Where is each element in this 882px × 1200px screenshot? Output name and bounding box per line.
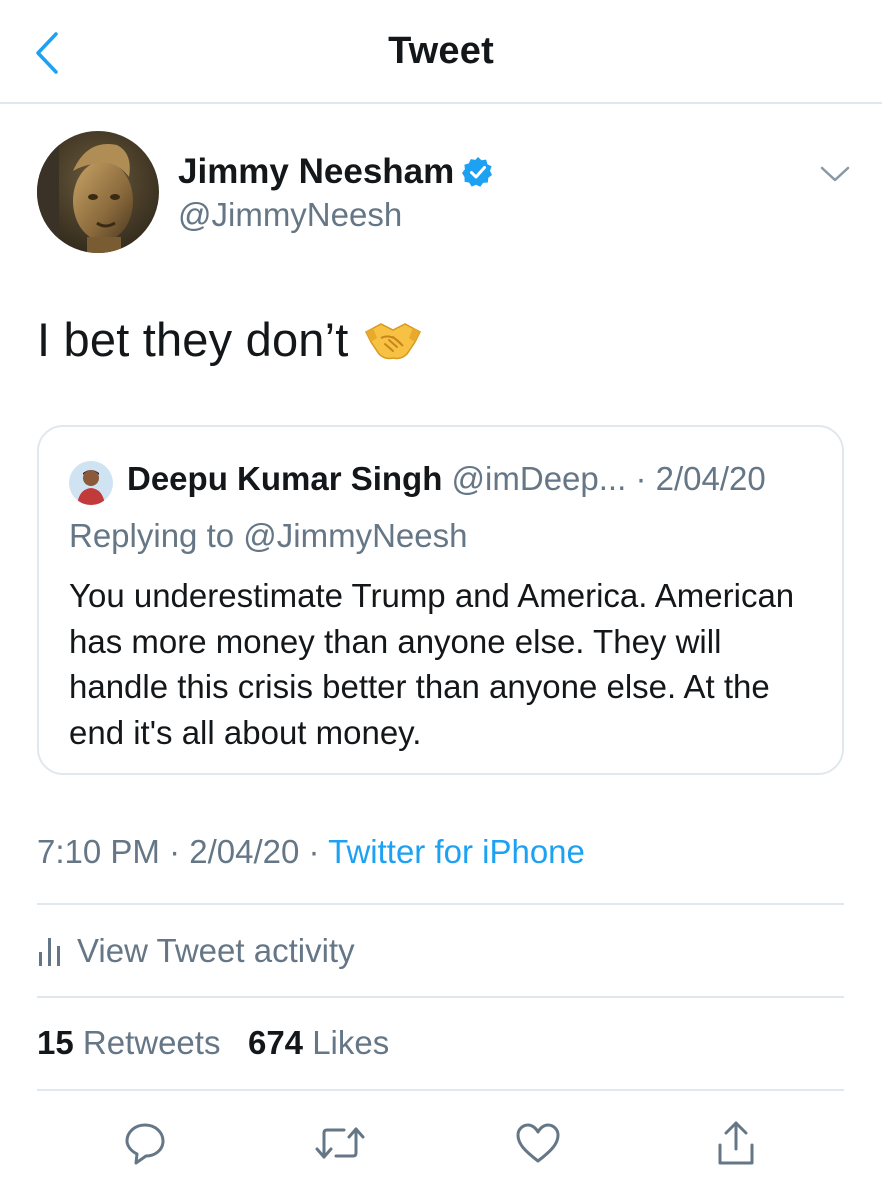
quoted-tweet-text: You underestimate Trump and America. Ame… — [69, 577, 795, 751]
author-avatar[interactable] — [37, 131, 159, 253]
quoted-author-name: Deepu Kumar Singh — [127, 460, 443, 497]
meta-separator-1: · — [169, 833, 181, 870]
tweet-source-link[interactable]: Twitter for iPhone — [328, 833, 585, 870]
reply-button[interactable] — [117, 1115, 173, 1171]
author-handle[interactable]: @JimmyNeesh — [178, 196, 402, 234]
retweets-label: Retweets — [82, 1024, 221, 1061]
share-button[interactable] — [708, 1115, 764, 1171]
chevron-down-icon — [820, 166, 850, 182]
tweet-options-button[interactable] — [815, 158, 855, 190]
view-tweet-activity-label: View Tweet activity — [77, 932, 355, 969]
tweet-time: 7:10 PM — [37, 833, 160, 870]
bar-chart-icon — [39, 938, 60, 966]
tweet-date: 2/04/20 — [189, 833, 300, 870]
tweet-text-content: I bet they don’t — [37, 313, 349, 366]
divider — [37, 996, 844, 998]
quoted-tweet-card[interactable]: Deepu Kumar Singh @imDeep... · 2/04/20 R… — [37, 425, 844, 775]
quoted-author-handle: @imDeep... — [451, 460, 627, 497]
verified-badge-icon — [462, 157, 493, 187]
quoted-author-avatar[interactable] — [69, 461, 113, 505]
handshake-emoji-icon — [364, 322, 421, 359]
share-icon — [718, 1121, 754, 1165]
quoted-replying-to: Replying to @JimmyNeesh — [69, 517, 468, 554]
likes-count: 674 — [247, 1024, 304, 1061]
quoted-date: 2/04/20 — [655, 460, 766, 497]
quoted-separator: · — [635, 460, 647, 497]
top-nav-bar: Tweet — [0, 0, 882, 104]
quoted-tweet-header: Deepu Kumar Singh @imDeep... · 2/04/20 — [127, 460, 766, 498]
likes-stat[interactable]: 674 Likes — [248, 1024, 389, 1061]
retweets-stat[interactable]: 15 Retweets — [37, 1024, 220, 1061]
divider — [37, 903, 844, 905]
likes-label: Likes — [312, 1024, 390, 1061]
author-name-text: Jimmy Neesham — [178, 152, 455, 191]
author-name[interactable]: Jimmy Neesham — [178, 152, 494, 192]
heart-icon — [516, 1123, 560, 1163]
tweet-timestamp-line: 7:10 PM · 2/04/20 · Twitter for iPhone — [37, 833, 585, 871]
retweet-icon — [315, 1127, 365, 1159]
retweet-button[interactable] — [312, 1115, 368, 1171]
page-title: Tweet — [388, 30, 494, 72]
retweets-count: 15 — [37, 1024, 74, 1061]
like-button[interactable] — [510, 1115, 566, 1171]
tweet-text: I bet they don’t — [37, 312, 423, 367]
divider — [37, 1089, 844, 1091]
tweet-detail-screen: Tweet Jimmy Neesham @JimmyNeesh I bet th… — [0, 0, 882, 1200]
engagement-stats: 15 Retweets 674 Likes — [37, 1024, 389, 1062]
reply-bubble-icon — [125, 1123, 165, 1165]
meta-separator-2: · — [308, 833, 320, 870]
view-tweet-activity-button[interactable]: View Tweet activity — [37, 928, 355, 974]
